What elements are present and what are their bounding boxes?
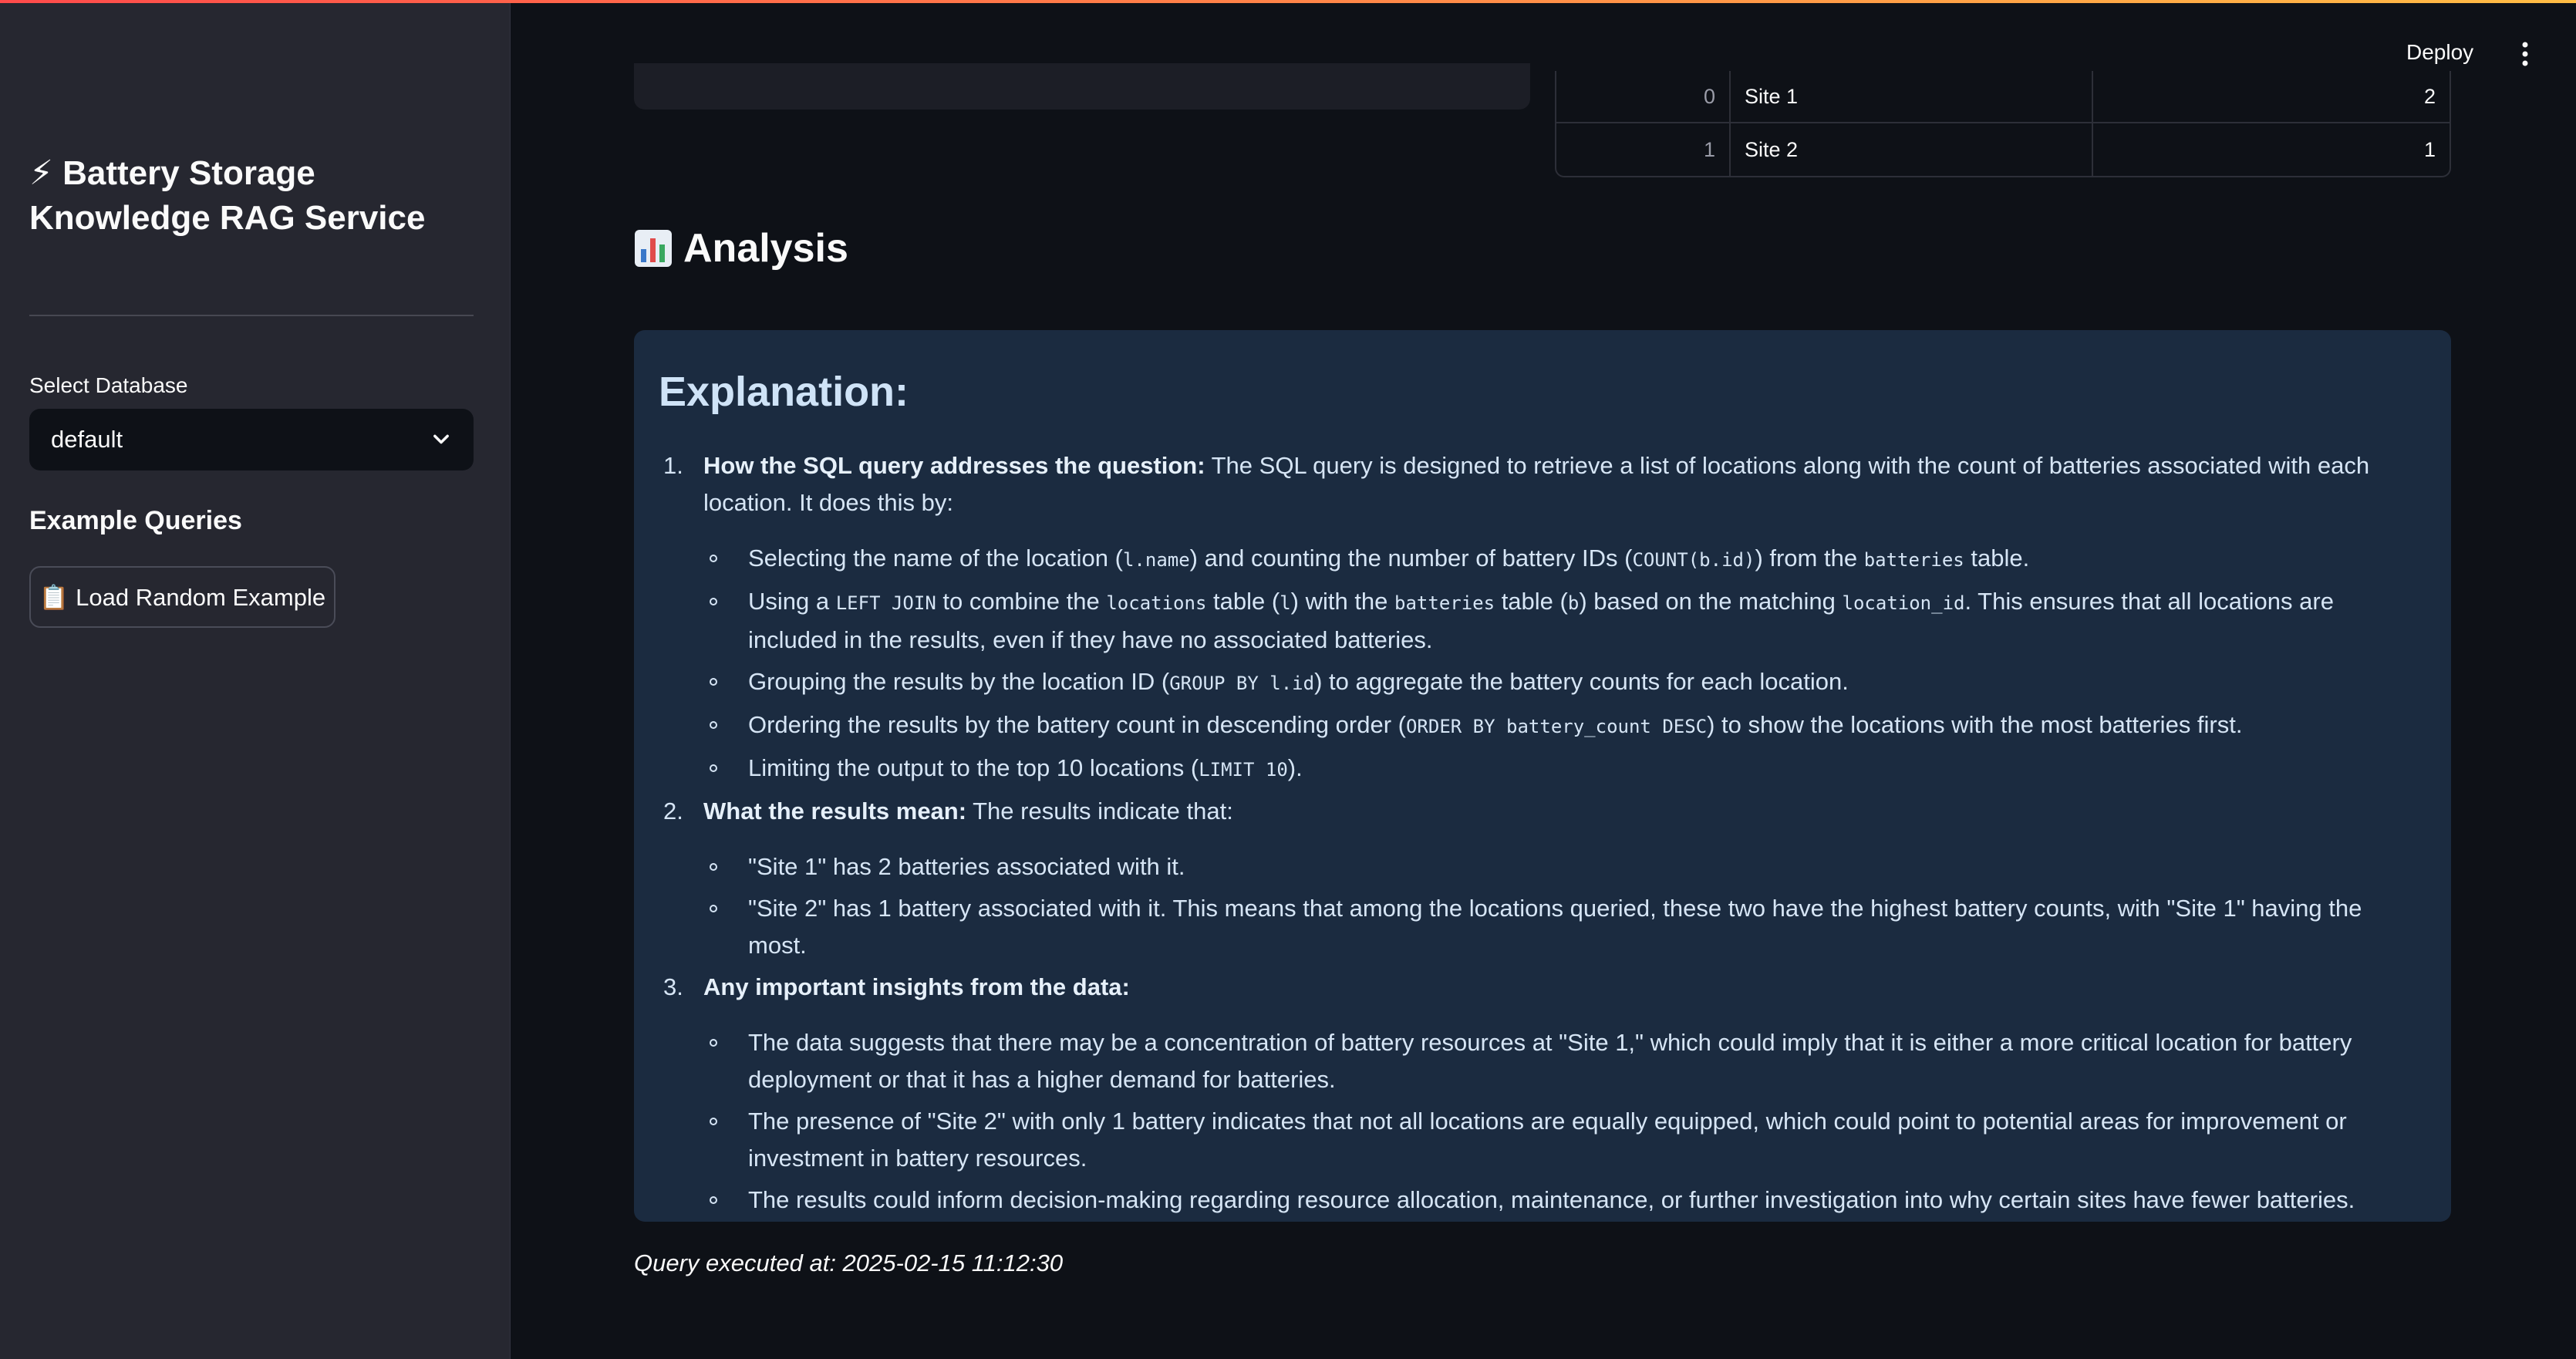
bullet-text: ) to aggregate the battery counts for ea… [1314, 668, 1849, 695]
bullet-text: Ordering the results by the battery coun… [748, 711, 1406, 738]
inline-code: COUNT(b.id) [1632, 549, 1755, 571]
inline-code: GROUP BY l.id [1169, 673, 1315, 694]
load-random-example-button[interactable]: 📋 Load Random Example [29, 566, 335, 628]
bullet-list: "Site 1" has 2 batteries associated with… [659, 848, 2426, 964]
bullet-text: to combine the [936, 588, 1107, 615]
database-select[interactable]: default [29, 409, 474, 470]
battery-count-cell: 1 [2423, 137, 2436, 161]
bullet-text: table. [1964, 545, 2030, 572]
inline-code: batteries [1863, 549, 1964, 571]
bullet-text: table ( [1206, 588, 1280, 615]
bullet-text: "Site 1" has 2 batteries associated with… [748, 853, 1185, 880]
item-heading: What the results mean: [703, 798, 967, 825]
battery-count-cell: 2 [2423, 84, 2436, 108]
list-item: Ordering the results by the battery coun… [659, 706, 2426, 745]
bullet-text: ) from the [1755, 545, 1864, 572]
bullet-text: ) based on the matching [1579, 588, 1843, 615]
analysis-title: Analysis [683, 226, 848, 271]
item-heading: Any important insights from the data: [703, 973, 1130, 1000]
explanation-item: 2. What the results mean: The results ind… [659, 793, 2426, 830]
table-row: 0 Site 1 2 [1556, 71, 2450, 123]
row-index: 0 [1556, 71, 1731, 122]
bullet-text: The data suggests that there may be a co… [748, 1029, 2352, 1093]
sidebar: ⚡ Battery Storage Knowledge RAG Service … [0, 0, 511, 1359]
table-row: 1 Site 2 1 [1556, 123, 2450, 176]
bullet-text: Grouping the results by the location ID … [748, 668, 1170, 695]
inline-code: batteries [1394, 592, 1495, 614]
inline-code: b [1567, 592, 1580, 614]
inline-code: l [1280, 592, 1291, 614]
explanation-list: 1. How the SQL query addresses the questi… [659, 447, 2426, 1219]
bullet-text: ) and counting the number of battery IDs… [1189, 545, 1633, 572]
bullet-text: The results could inform decision-making… [748, 1186, 2355, 1213]
deploy-button[interactable]: Deploy [2406, 40, 2473, 65]
inline-code: LEFT JOIN [835, 592, 936, 614]
results-table: 0 Site 1 2 1 Site 2 1 [1555, 71, 2451, 177]
top-decoration-bar [0, 0, 2576, 3]
list-item: The data suggests that there may be a co… [659, 1024, 2426, 1098]
item-number: 3. [663, 973, 683, 1000]
sql-code-block [634, 63, 1530, 110]
bullet-text: Limiting the output to the top 10 locati… [748, 754, 1199, 781]
list-item: Using a LEFT JOIN to combine the locatio… [659, 583, 2426, 659]
bullet-text: ). [1287, 754, 1303, 781]
analysis-heading: Analysis [634, 225, 848, 271]
item-text: The results indicate that: [966, 798, 1233, 825]
list-item: "Site 2" has 1 battery associated with i… [659, 890, 2426, 964]
list-item: Grouping the results by the location ID … [659, 663, 2426, 702]
bullet-text: The presence of "Site 2" with only 1 bat… [748, 1108, 2347, 1172]
sidebar-divider [29, 315, 474, 316]
list-item: The results could inform decision-making… [659, 1182, 2426, 1219]
list-item: "Site 1" has 2 batteries associated with… [659, 848, 2426, 885]
bullet-text: table ( [1495, 588, 1568, 615]
bar-chart-icon [635, 230, 672, 267]
item-heading: How the SQL query addresses the question… [703, 452, 1205, 479]
location-name-cell: Site 1 [1731, 71, 2093, 122]
item-number: 2. [663, 798, 683, 825]
chevron-down-icon [433, 434, 449, 444]
bullet-text: ) with the [1290, 588, 1395, 615]
explanation-title: Explanation: [659, 369, 909, 415]
bullet-text: Using a [748, 588, 836, 615]
bullet-text: Selecting the name of the location ( [748, 545, 1123, 572]
explanation-box: Explanation: 1. How the SQL query address… [634, 330, 2451, 1222]
inline-code: locations [1106, 592, 1207, 614]
list-item: Limiting the output to the top 10 locati… [659, 750, 2426, 788]
bullet-text: ) to show the locations with the most ba… [1707, 711, 2243, 738]
inline-code: l.name [1122, 549, 1190, 571]
more-options-icon[interactable] [2516, 39, 2534, 69]
app-title: ⚡ Battery Storage Knowledge RAG Service [29, 154, 426, 237]
location-name-cell: Site 2 [1731, 123, 2093, 176]
inline-code: ORDER BY battery_count DESC [1405, 716, 1708, 737]
list-item: Selecting the name of the location (l.na… [659, 540, 2426, 578]
row-index: 1 [1556, 123, 1731, 176]
example-queries-heading: Example Queries [29, 506, 242, 535]
query-executed-timestamp: Query executed at: 2025-02-15 11:12:30 [634, 1249, 1064, 1276]
bullet-list: Selecting the name of the location (l.na… [659, 540, 2426, 788]
explanation-item: 3. Any important insights from the data: [659, 969, 2426, 1006]
select-database-label: Select Database [29, 373, 188, 397]
explanation-item: 1. How the SQL query addresses the questi… [659, 447, 2426, 521]
inline-code: location_id [1842, 592, 1965, 614]
item-number: 1. [663, 452, 683, 479]
list-item: The presence of "Site 2" with only 1 bat… [659, 1103, 2426, 1177]
bullet-list: The data suggests that there may be a co… [659, 1024, 2426, 1219]
database-select-value: default [51, 426, 123, 453]
bullet-text: "Site 2" has 1 battery associated with i… [748, 895, 2362, 959]
inline-code: LIMIT 10 [1199, 759, 1288, 781]
